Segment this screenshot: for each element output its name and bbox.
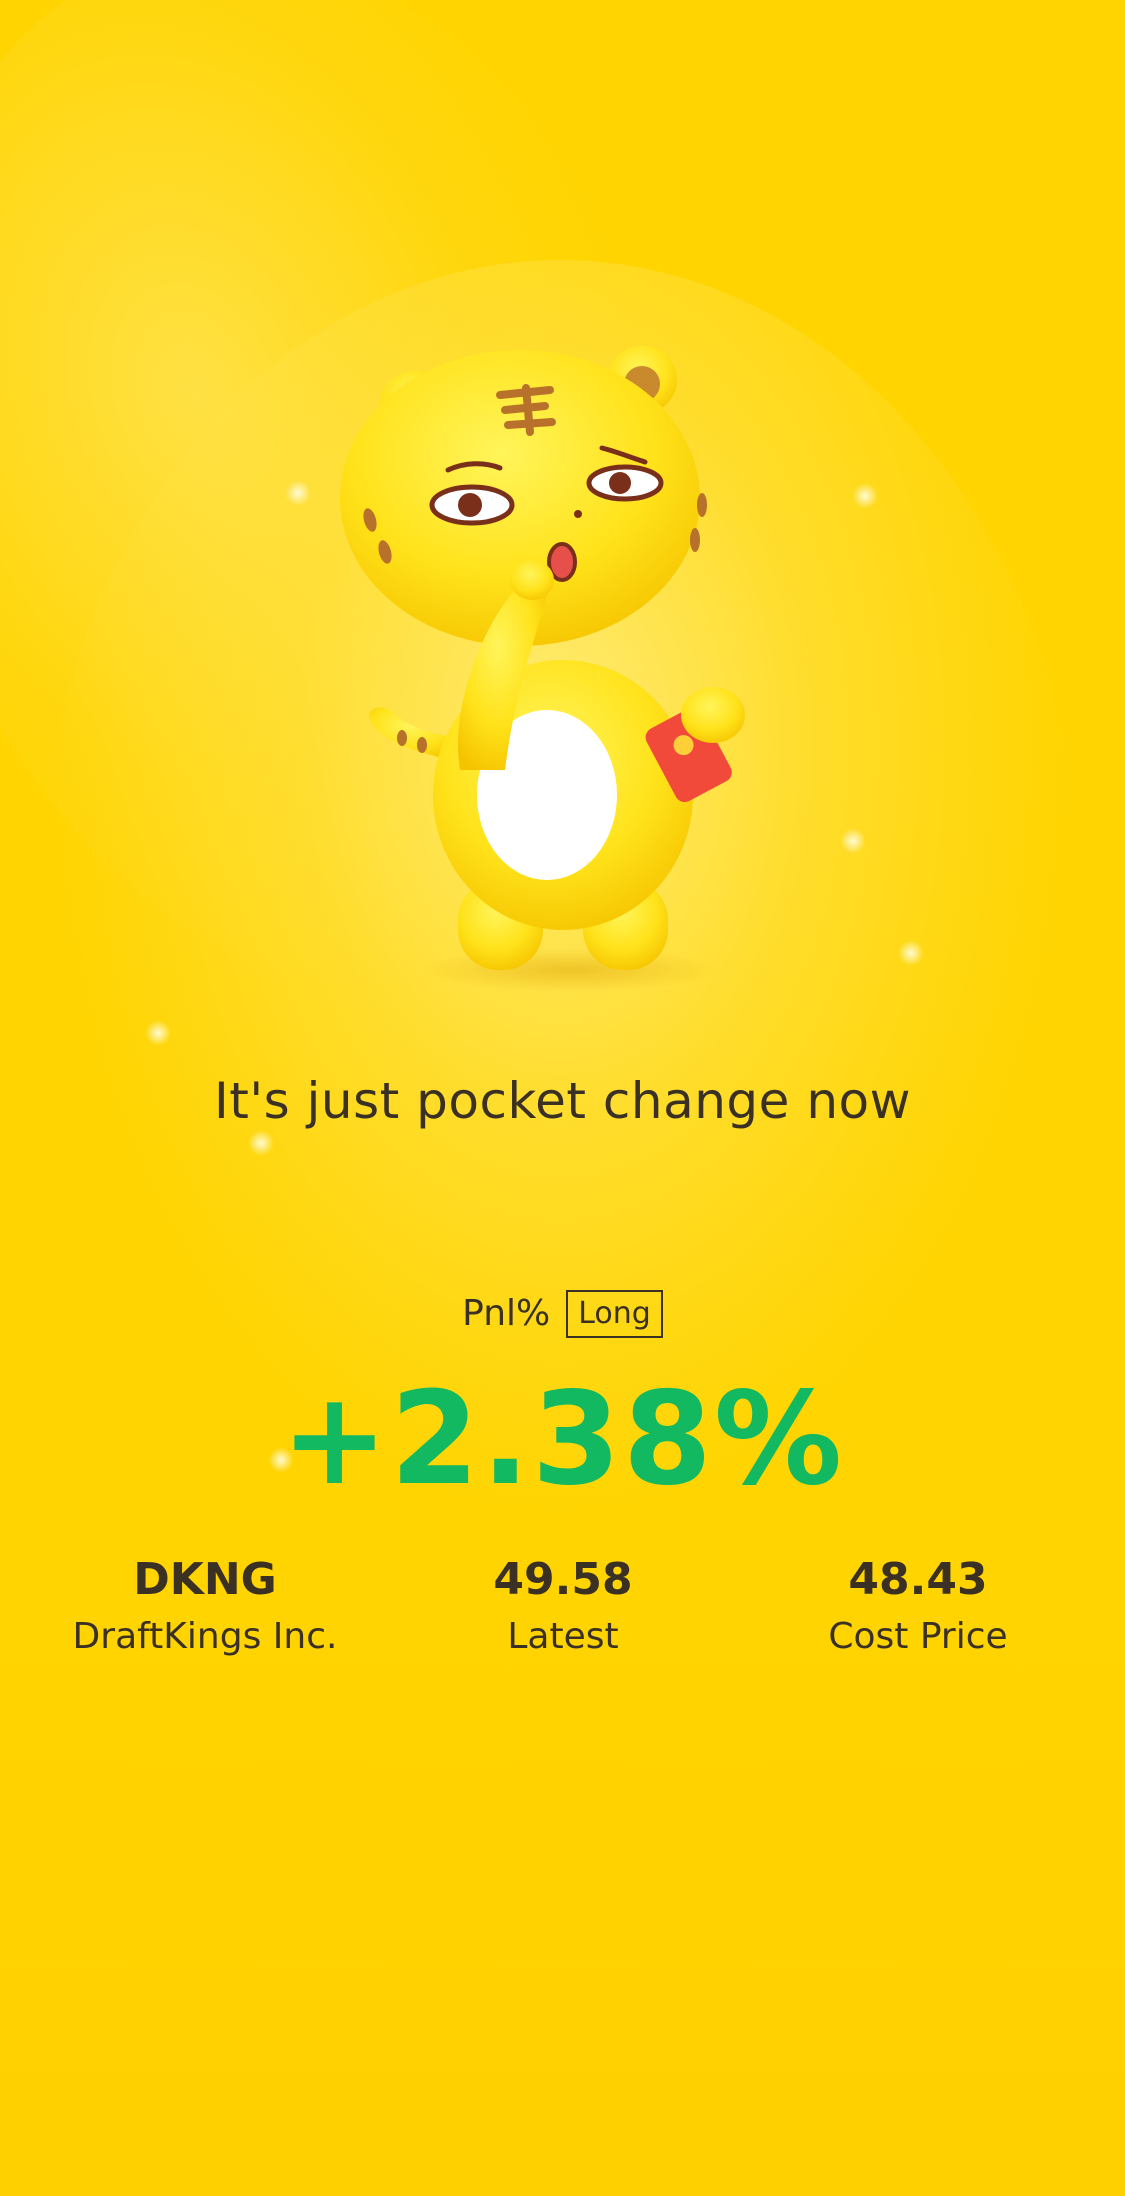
stock-name: DraftKings Inc. [72, 1616, 338, 1657]
cost-price-label: Cost Price [828, 1616, 1008, 1657]
sparkle [852, 483, 878, 509]
cost-price-value: 48.43 [848, 1554, 988, 1605]
pnl-percent-value: +2.38% [280, 1365, 845, 1514]
sparkle [898, 940, 924, 966]
share-card: It's just pocket change now Pnl% Long +2… [0, 0, 1125, 2196]
latest-price-label: Latest [507, 1616, 619, 1657]
sparkle [840, 828, 866, 854]
headline-message: It's just pocket change now [214, 1072, 911, 1130]
stock-symbol: DKNG [133, 1554, 277, 1605]
tiger-mascot-illustration [340, 346, 745, 992]
stats-row: DKNG DraftKings Inc. 49.58 Latest 48.43 … [0, 1550, 1125, 1680]
sparkle [285, 480, 311, 506]
pnl-label: Pnl% [462, 1293, 551, 1334]
stat-cost: 48.43 Cost Price [733, 1550, 1103, 1664]
position-type-badge: Long [566, 1290, 663, 1338]
latest-price-value: 49.58 [493, 1554, 633, 1605]
stat-symbol: DKNG DraftKings Inc. [20, 1550, 390, 1664]
sparkle [145, 1020, 171, 1046]
stat-latest: 49.58 Latest [378, 1550, 748, 1664]
pnl-header: Pnl% Long [0, 1290, 1125, 1338]
